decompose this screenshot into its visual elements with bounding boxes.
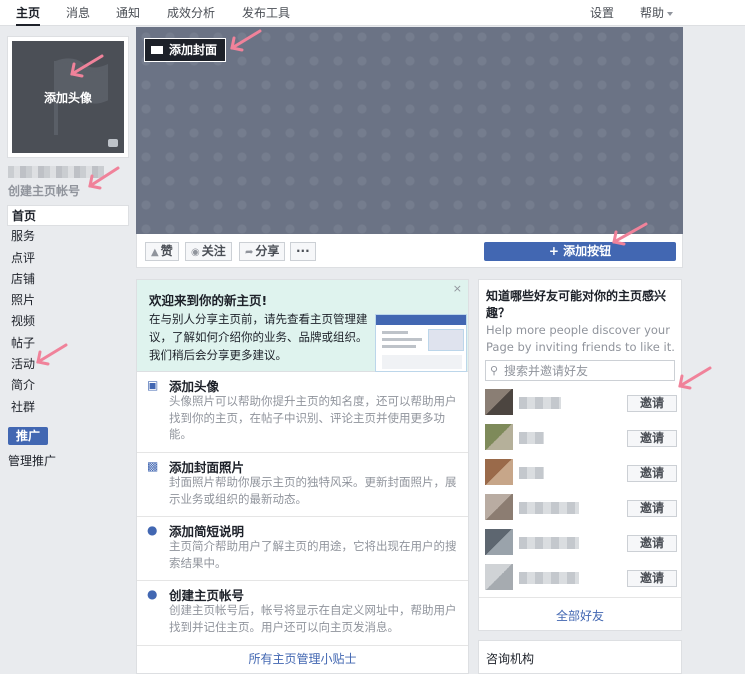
all-friends-link[interactable]: 全部好友	[479, 607, 681, 624]
left-nav-home[interactable]: 首页	[7, 205, 129, 227]
tip-description: 头像照片可以帮助你提升主页的知名度，还可以帮助用户找到你的主页，在帖子中识别、评…	[169, 394, 457, 441]
avatar-icon: ▣	[147, 378, 159, 392]
friend-name-blurred[interactable]	[519, 467, 544, 479]
invite-friends-card: 知道哪些好友可能对你的主页感兴趣？ Help more people disco…	[478, 279, 682, 631]
tip-description: 创建主页帐号后，帐号将显示在自定义网址中，帮助用户找到并记住主页。用户还可以向主…	[169, 603, 457, 634]
tab-messages[interactable]: 消息	[66, 0, 90, 26]
add-avatar-label: 添加头像	[43, 91, 92, 105]
close-icon[interactable]: ×	[453, 282, 462, 295]
thumbs-up-icon: ▲	[151, 247, 159, 258]
all-page-tips-link[interactable]: 所有主页管理小贴士	[137, 650, 468, 667]
friend-row: 邀请	[485, 494, 677, 520]
left-nav-posts[interactable]: 帖子	[7, 333, 129, 354]
friend-name-blurred[interactable]	[519, 397, 561, 409]
friend-avatar[interactable]	[485, 389, 513, 415]
like-button[interactable]: ▲ 赞	[145, 242, 179, 261]
invite-friends-subtitle: Help more people discover your Page by i…	[486, 323, 675, 354]
left-nav-events[interactable]: 活动	[7, 354, 129, 375]
promote-button[interactable]: 推广	[8, 427, 48, 445]
tip-description: 封面照片帮助你展示主页的独特风采。更新封面照片，展示业务或组织的最新动态。	[169, 475, 457, 506]
left-nav-shop[interactable]: 店铺	[7, 269, 129, 290]
tip-item-avatar[interactable]: ▣ 添加头像 头像照片可以帮助你提升主页的知名度，还可以帮助用户找到你的主页，在…	[137, 373, 468, 453]
friend-name-blurred[interactable]	[519, 502, 579, 514]
invite-friends-title: 知道哪些好友可能对你的主页感兴趣？	[486, 289, 667, 320]
page-name-blurred	[8, 166, 104, 178]
friend-search-input[interactable]	[504, 362, 672, 379]
settings-link[interactable]: 设置	[590, 0, 614, 26]
create-page-account-link[interactable]: 创建主页帐号	[8, 182, 80, 199]
rss-icon: ◉	[191, 247, 200, 258]
invite-button[interactable]: 邀请	[627, 535, 677, 552]
friend-avatar[interactable]	[485, 529, 513, 555]
bulb-icon: ●	[147, 587, 158, 601]
photo-icon: ▩	[147, 459, 159, 473]
page-category-card: 咨询机构	[478, 640, 682, 674]
add-cover-button[interactable]: 添加封面	[144, 38, 227, 62]
friend-row: 邀请	[485, 459, 677, 485]
search-icon: ⚲	[490, 364, 499, 377]
invite-button[interactable]: 邀请	[627, 570, 677, 587]
like-label: 赞	[160, 244, 173, 258]
help-label: 帮助	[640, 6, 665, 20]
friend-row: 邀请	[485, 389, 677, 415]
invite-button[interactable]: 邀请	[627, 465, 677, 482]
tab-insights[interactable]: 成效分析	[167, 0, 215, 26]
invite-button[interactable]: 邀请	[627, 395, 677, 412]
more-options-button[interactable]: ···	[290, 242, 316, 261]
add-cover-label: 添加封面	[169, 43, 218, 57]
friend-avatar[interactable]	[485, 564, 513, 590]
tab-home[interactable]: 主页	[16, 0, 41, 26]
friend-search-box[interactable]: ⚲	[485, 360, 675, 381]
divider	[479, 597, 681, 598]
left-nav-community[interactable]: 社群	[7, 397, 129, 418]
help-menu[interactable]: 帮助	[640, 0, 674, 26]
friend-row: 邀请	[485, 529, 677, 555]
profile-picture-box[interactable]: 添加头像	[7, 36, 129, 158]
friend-avatar[interactable]	[485, 459, 513, 485]
manage-promotions-link[interactable]: 管理推广	[8, 452, 56, 469]
friend-name-blurred[interactable]	[519, 432, 544, 444]
left-nav-reviews[interactable]: 点评	[7, 248, 129, 269]
share-button[interactable]: ➦ 分享	[239, 242, 286, 261]
tip-description: 主页简介帮助用户了解主页的用途，它将出现在用户的搜索结果中。	[169, 539, 457, 570]
welcome-card: 欢迎来到你的新主页! 在与别人分享主页前，请先查看主页管理建议，了解如何介绍你的…	[136, 279, 469, 674]
friend-avatar[interactable]	[485, 424, 513, 450]
friend-row: 邀请	[485, 564, 677, 590]
left-nav: 首页 服务 点评 店铺 照片 视频 帖子 活动 简介 社群	[7, 205, 129, 418]
page-action-bar: ▲ 赞 ◉ 关注 ➦ 分享 ··· + 添加按钮	[136, 234, 683, 268]
share-label: 分享	[255, 244, 280, 258]
camera-icon[interactable]	[108, 139, 118, 147]
add-cta-button[interactable]: + 添加按钮	[484, 242, 676, 261]
page-preview-illustration	[375, 314, 467, 372]
left-nav-photos[interactable]: 照片	[7, 290, 129, 311]
welcome-header: 欢迎来到你的新主页! 在与别人分享主页前，请先查看主页管理建议，了解如何介绍你的…	[137, 280, 468, 372]
invite-button[interactable]: 邀请	[627, 430, 677, 447]
video-camera-icon	[151, 45, 163, 54]
arrow-icon	[678, 366, 712, 388]
left-nav-services[interactable]: 服务	[7, 226, 129, 247]
page-top-nav: 主页 消息 通知 成效分析 发布工具 设置 帮助	[0, 0, 745, 26]
share-arrow-icon: ➦	[245, 247, 254, 258]
chevron-down-icon	[667, 11, 674, 16]
page-category-label: 咨询机构	[486, 652, 535, 666]
tab-notifications[interactable]: 通知	[116, 0, 140, 26]
friend-name-blurred[interactable]	[519, 572, 579, 584]
follow-button[interactable]: ◉ 关注	[185, 242, 232, 261]
follow-label: 关注	[201, 244, 226, 258]
bulb-icon: ●	[147, 523, 158, 537]
left-nav-videos[interactable]: 视频	[7, 311, 129, 332]
friend-name-blurred[interactable]	[519, 537, 579, 549]
tab-publishing-tools[interactable]: 发布工具	[242, 0, 290, 26]
tip-item-page-account[interactable]: ● 创建主页帐号 创建主页帐号后，帐号将显示在自定义网址中，帮助用户找到并记住主…	[137, 582, 468, 646]
welcome-body: 在与别人分享主页前，请先查看主页管理建议，了解如何介绍你的业务、品牌或组织。我们…	[149, 312, 368, 362]
profile-picture-placeholder[interactable]: 添加头像	[12, 41, 124, 153]
welcome-title: 欢迎来到你的新主页!	[149, 293, 268, 308]
friend-avatar[interactable]	[485, 494, 513, 520]
tip-item-cover-photo[interactable]: ▩ 添加封面照片 封面照片帮助你展示主页的独特风采。更新封面照片，展示业务或组织…	[137, 454, 468, 517]
invite-button[interactable]: 邀请	[627, 500, 677, 517]
friend-row: 邀请	[485, 424, 677, 450]
left-nav-about[interactable]: 简介	[7, 375, 129, 396]
tip-item-short-description[interactable]: ● 添加简短说明 主页简介帮助用户了解主页的用途，它将出现在用户的搜索结果中。	[137, 518, 468, 581]
